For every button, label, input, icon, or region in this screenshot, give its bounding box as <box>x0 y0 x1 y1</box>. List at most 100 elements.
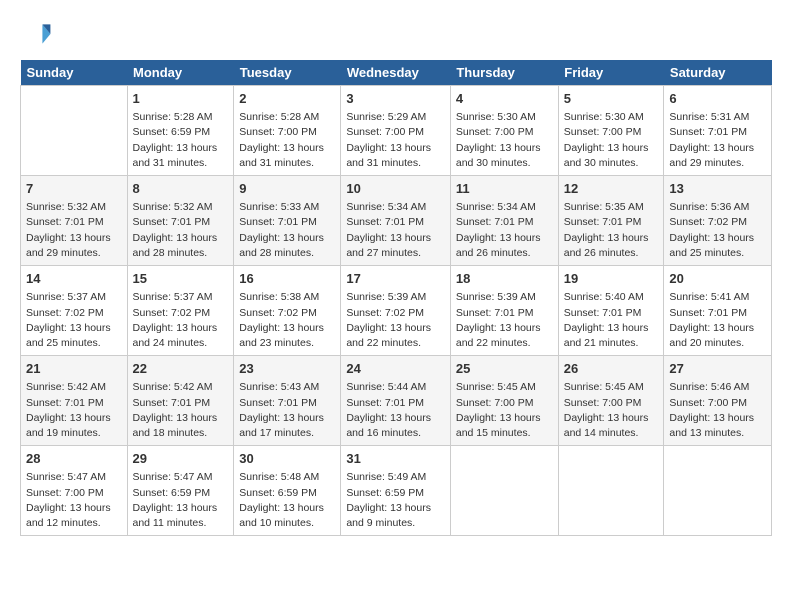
day-number: 5 <box>564 90 659 108</box>
day-info: Sunrise: 5:30 AM Sunset: 7:00 PM Dayligh… <box>456 110 553 171</box>
calendar-cell: 17 Sunrise: 5:39 AM Sunset: 7:02 PM Dayli… <box>341 266 451 356</box>
day-number: 17 <box>346 270 445 288</box>
calendar-cell: 8Sunrise: 5:32 AM Sunset: 7:01 PM Daylig… <box>127 176 234 266</box>
day-info: Sunrise: 5:37 AM Sunset: 7:02 PM Dayligh… <box>133 290 229 351</box>
day-number: 13 <box>669 180 766 198</box>
day-info: Sunrise: 5:32 AM Sunset: 7:01 PM Dayligh… <box>133 200 229 261</box>
day-number: 23 <box>239 360 335 378</box>
day-info: Sunrise: 5:37 AM Sunset: 7:02 PM Dayligh… <box>26 290 122 351</box>
calendar-cell: 9 Sunrise: 5:33 AM Sunset: 7:01 PM Daylig… <box>234 176 341 266</box>
day-info: Sunrise: 5:38 AM Sunset: 7:02 PM Dayligh… <box>239 290 335 351</box>
day-info: Sunrise: 5:34 AM Sunset: 7:01 PM Dayligh… <box>456 200 553 261</box>
day-info: Sunrise: 5:40 AM Sunset: 7:01 PM Dayligh… <box>564 290 659 351</box>
day-info: Sunrise: 5:46 AM Sunset: 7:00 PM Dayligh… <box>669 380 766 441</box>
day-number: 12 <box>564 180 659 198</box>
day-number: 10 <box>346 180 445 198</box>
day-number: 19 <box>564 270 659 288</box>
calendar-cell: 6Sunrise: 5:31 AM Sunset: 7:01 PM Daylig… <box>664 86 772 176</box>
day-number: 29 <box>133 450 229 468</box>
weekday-monday: Monday <box>127 60 234 86</box>
day-info: Sunrise: 5:28 AM Sunset: 7:00 PM Dayligh… <box>239 110 335 171</box>
calendar-cell: 21 Sunrise: 5:42 AM Sunset: 7:01 PM Dayli… <box>21 356 128 446</box>
day-number: 27 <box>669 360 766 378</box>
day-info: Sunrise: 5:48 AM Sunset: 6:59 PM Dayligh… <box>239 470 335 531</box>
calendar-cell: 7Sunrise: 5:32 AM Sunset: 7:01 PM Daylig… <box>21 176 128 266</box>
calendar-cell: 15 Sunrise: 5:37 AM Sunset: 7:02 PM Dayli… <box>127 266 234 356</box>
day-info: Sunrise: 5:45 AM Sunset: 7:00 PM Dayligh… <box>456 380 553 441</box>
day-number: 7 <box>26 180 122 198</box>
day-info: Sunrise: 5:41 AM Sunset: 7:01 PM Dayligh… <box>669 290 766 351</box>
day-info: Sunrise: 5:35 AM Sunset: 7:01 PM Dayligh… <box>564 200 659 261</box>
calendar-cell: 12 Sunrise: 5:35 AM Sunset: 7:01 PM Dayli… <box>558 176 664 266</box>
day-number: 26 <box>564 360 659 378</box>
page: SundayMondayTuesdayWednesdayThursdayFrid… <box>0 0 792 546</box>
day-info: Sunrise: 5:42 AM Sunset: 7:01 PM Dayligh… <box>26 380 122 441</box>
day-number: 9 <box>239 180 335 198</box>
calendar-cell: 30Sunrise: 5:48 AM Sunset: 6:59 PM Dayli… <box>234 446 341 536</box>
day-number: 14 <box>26 270 122 288</box>
day-info: Sunrise: 5:47 AM Sunset: 7:00 PM Dayligh… <box>26 470 122 531</box>
day-info: Sunrise: 5:30 AM Sunset: 7:00 PM Dayligh… <box>564 110 659 171</box>
day-info: Sunrise: 5:39 AM Sunset: 7:02 PM Dayligh… <box>346 290 445 351</box>
weekday-sunday: Sunday <box>21 60 128 86</box>
calendar-cell: 26 Sunrise: 5:45 AM Sunset: 7:00 PM Dayli… <box>558 356 664 446</box>
calendar-cell: 4 Sunrise: 5:30 AM Sunset: 7:00 PM Daylig… <box>450 86 558 176</box>
day-info: Sunrise: 5:43 AM Sunset: 7:01 PM Dayligh… <box>239 380 335 441</box>
calendar-table: SundayMondayTuesdayWednesdayThursdayFrid… <box>20 60 772 536</box>
calendar-cell: 24 Sunrise: 5:44 AM Sunset: 7:01 PM Dayli… <box>341 356 451 446</box>
day-info: Sunrise: 5:36 AM Sunset: 7:02 PM Dayligh… <box>669 200 766 261</box>
calendar-cell: 16Sunrise: 5:38 AM Sunset: 7:02 PM Dayli… <box>234 266 341 356</box>
day-number: 3 <box>346 90 445 108</box>
calendar-cell: 11 Sunrise: 5:34 AM Sunset: 7:01 PM Dayli… <box>450 176 558 266</box>
weekday-wednesday: Wednesday <box>341 60 451 86</box>
day-info: Sunrise: 5:49 AM Sunset: 6:59 PM Dayligh… <box>346 470 445 531</box>
day-info: Sunrise: 5:29 AM Sunset: 7:00 PM Dayligh… <box>346 110 445 171</box>
calendar-cell: 5 Sunrise: 5:30 AM Sunset: 7:00 PM Daylig… <box>558 86 664 176</box>
calendar-cell: 29Sunrise: 5:47 AM Sunset: 6:59 PM Dayli… <box>127 446 234 536</box>
weekday-header-row: SundayMondayTuesdayWednesdayThursdayFrid… <box>21 60 772 86</box>
calendar-cell <box>558 446 664 536</box>
day-number: 1 <box>133 90 229 108</box>
calendar-cell <box>450 446 558 536</box>
day-number: 18 <box>456 270 553 288</box>
weekday-tuesday: Tuesday <box>234 60 341 86</box>
day-number: 24 <box>346 360 445 378</box>
calendar-cell: 23 Sunrise: 5:43 AM Sunset: 7:01 PM Dayli… <box>234 356 341 446</box>
day-number: 4 <box>456 90 553 108</box>
day-number: 21 <box>26 360 122 378</box>
day-info: Sunrise: 5:28 AM Sunset: 6:59 PM Dayligh… <box>133 110 229 171</box>
logo-icon <box>20 18 52 50</box>
week-row-1: 1 Sunrise: 5:28 AM Sunset: 6:59 PM Daylig… <box>21 86 772 176</box>
day-number: 2 <box>239 90 335 108</box>
week-row-5: 28 Sunrise: 5:47 AM Sunset: 7:00 PM Dayli… <box>21 446 772 536</box>
day-number: 25 <box>456 360 553 378</box>
week-row-3: 14 Sunrise: 5:37 AM Sunset: 7:02 PM Dayli… <box>21 266 772 356</box>
day-info: Sunrise: 5:45 AM Sunset: 7:00 PM Dayligh… <box>564 380 659 441</box>
week-row-2: 7 Sunrise: 5:32 AM Sunset: 7:01 PM Daylig… <box>21 176 772 266</box>
calendar-cell: 22 Sunrise: 5:42 AM Sunset: 7:01 PM Dayli… <box>127 356 234 446</box>
day-number: 11 <box>456 180 553 198</box>
calendar-cell: 27 Sunrise: 5:46 AM Sunset: 7:00 PM Dayli… <box>664 356 772 446</box>
calendar-cell: 10 Sunrise: 5:34 AM Sunset: 7:01 PM Dayli… <box>341 176 451 266</box>
day-info: Sunrise: 5:31 AM Sunset: 7:01 PM Dayligh… <box>669 110 766 171</box>
day-info: Sunrise: 5:42 AM Sunset: 7:01 PM Dayligh… <box>133 380 229 441</box>
calendar-cell: 18Sunrise: 5:39 AM Sunset: 7:01 PM Dayli… <box>450 266 558 356</box>
calendar-cell: 3 Sunrise: 5:29 AM Sunset: 7:00 PM Daylig… <box>341 86 451 176</box>
day-info: Sunrise: 5:44 AM Sunset: 7:01 PM Dayligh… <box>346 380 445 441</box>
day-info: Sunrise: 5:34 AM Sunset: 7:01 PM Dayligh… <box>346 200 445 261</box>
day-number: 15 <box>133 270 229 288</box>
calendar-cell: 25 Sunrise: 5:45 AM Sunset: 7:00 PM Dayli… <box>450 356 558 446</box>
day-number: 22 <box>133 360 229 378</box>
calendar-cell: 13 Sunrise: 5:36 AM Sunset: 7:02 PM Dayli… <box>664 176 772 266</box>
weekday-saturday: Saturday <box>664 60 772 86</box>
calendar-cell: 2 Sunrise: 5:28 AM Sunset: 7:00 PM Daylig… <box>234 86 341 176</box>
weekday-friday: Friday <box>558 60 664 86</box>
day-info: Sunrise: 5:33 AM Sunset: 7:01 PM Dayligh… <box>239 200 335 261</box>
header <box>20 18 772 50</box>
calendar-cell: 20Sunrise: 5:41 AM Sunset: 7:01 PM Dayli… <box>664 266 772 356</box>
logo <box>20 18 56 50</box>
day-number: 28 <box>26 450 122 468</box>
calendar-cell: 28 Sunrise: 5:47 AM Sunset: 7:00 PM Dayli… <box>21 446 128 536</box>
weekday-thursday: Thursday <box>450 60 558 86</box>
calendar-cell: 1 Sunrise: 5:28 AM Sunset: 6:59 PM Daylig… <box>127 86 234 176</box>
